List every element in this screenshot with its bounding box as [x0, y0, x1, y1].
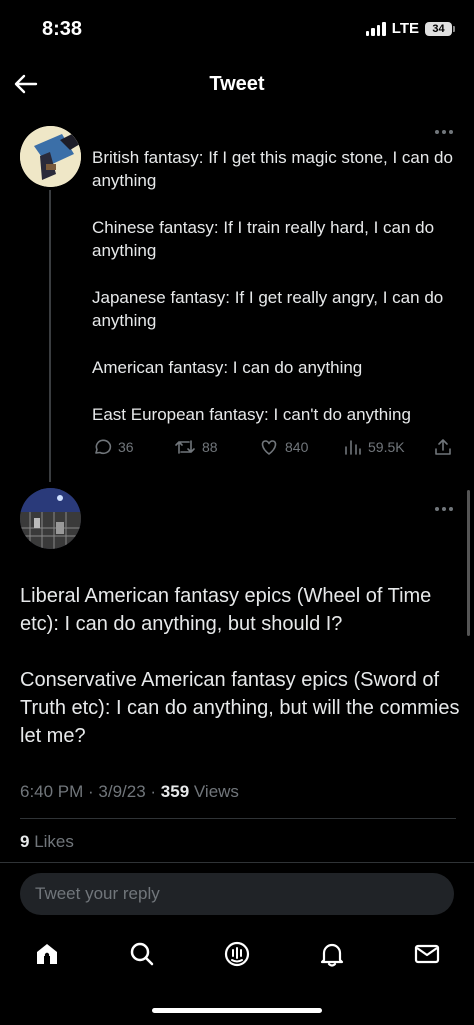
tweet-line: East European fantasy: I can't do anythi…	[92, 405, 411, 424]
likes-label: Likes	[29, 832, 74, 851]
share-icon	[435, 439, 451, 455]
bottom-nav	[0, 930, 474, 980]
scrollbar[interactable]	[467, 490, 470, 636]
spaces-icon	[224, 941, 250, 967]
more-options-icon[interactable]	[435, 130, 455, 136]
network-label: LTE	[391, 20, 419, 37]
nav-search[interactable]	[124, 936, 160, 972]
thread-connector	[49, 190, 51, 482]
nav-spaces[interactable]	[219, 936, 255, 972]
nav-home[interactable]	[29, 936, 65, 972]
parent-avatar[interactable]	[20, 126, 81, 187]
divider	[20, 818, 456, 819]
like-count: 840	[285, 439, 309, 455]
retweet-button[interactable]: 88	[174, 437, 218, 457]
like-button[interactable]: 840	[259, 437, 308, 457]
tweet-paragraph: Conservative American fantasy epics (Swo…	[20, 669, 460, 747]
share-button[interactable]	[434, 437, 452, 457]
search-icon	[130, 942, 154, 966]
signal-icon	[365, 21, 386, 36]
heart-icon	[261, 440, 277, 455]
views-number: 359	[160, 782, 190, 801]
status-time: 8:38	[42, 18, 83, 40]
notifications-icon	[320, 943, 344, 967]
battery-icon: 34	[425, 21, 455, 36]
home-indicator[interactable]	[152, 1008, 322, 1013]
main-tweet-text: Liberal American fantasy epics (Wheel of…	[20, 582, 460, 778]
tweet-line: American fantasy: I can do anything	[92, 358, 363, 377]
retweet-icon	[175, 440, 195, 454]
tweet-line: British fantasy: If I get this magic sto…	[92, 148, 453, 190]
avatar-image	[20, 126, 81, 187]
views-count: 59.5K	[368, 439, 405, 455]
nav-notifications[interactable]	[314, 936, 350, 972]
views-button[interactable]: 59.5K	[344, 437, 405, 457]
reply-input[interactable]: Tweet your reply	[20, 873, 454, 915]
retweet-count: 88	[202, 439, 218, 455]
top-header: Tweet	[0, 60, 474, 110]
tweet-detail-screen: 8:38 LTE 34 Tweet British fantasy: If I …	[0, 0, 474, 1025]
nav-messages[interactable]	[409, 936, 445, 972]
views-label: Views	[189, 782, 239, 801]
tweet-timestamp: 6:40 PM · 3/9/23 ·	[20, 782, 161, 801]
reply-button[interactable]: 36	[92, 437, 134, 457]
tweet-actions: 36 88 840 59.5K	[92, 437, 462, 457]
author-avatar[interactable]	[20, 488, 81, 549]
home-icon	[37, 944, 57, 964]
more-options-icon[interactable]	[435, 507, 455, 513]
status-bar: 8:38 LTE 34	[0, 0, 474, 60]
avatar-image	[20, 488, 81, 549]
reply-count: 36	[118, 439, 134, 455]
tweet-line: Japanese fantasy: If I get really angry,…	[92, 288, 444, 330]
status-indicators: LTE 34	[365, 20, 455, 37]
divider	[0, 862, 474, 863]
tweet-metadata: 6:40 PM · 3/9/23 · 359 Views	[20, 782, 239, 802]
messages-icon	[414, 944, 440, 964]
tweet-line: Chinese fantasy: If I train really hard,…	[92, 218, 435, 260]
page-title: Tweet	[209, 73, 265, 95]
parent-tweet-text: British fantasy: If I get this magic sto…	[92, 146, 462, 450]
reply-placeholder: Tweet your reply	[35, 884, 160, 903]
reply-icon	[95, 439, 112, 455]
views-chart-icon	[345, 440, 361, 455]
likes-summary[interactable]: 9 Likes	[20, 832, 74, 852]
tweet-paragraph: Liberal American fantasy epics (Wheel of…	[20, 585, 432, 635]
